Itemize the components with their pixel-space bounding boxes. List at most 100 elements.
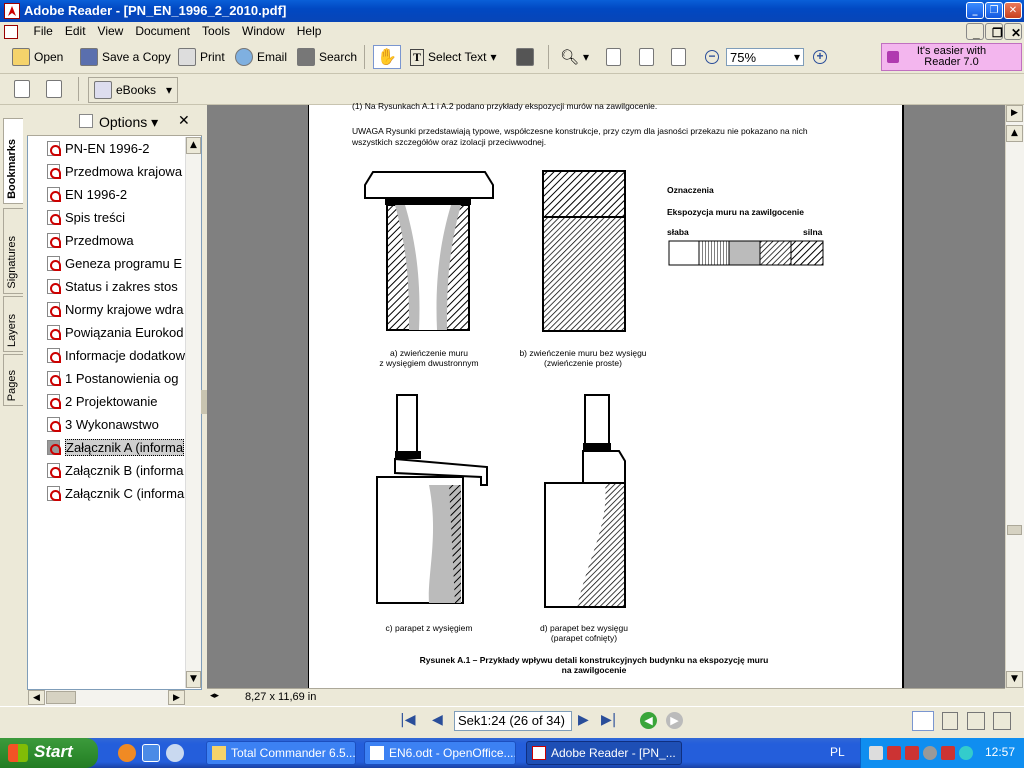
language-indicator[interactable]: PL — [830, 745, 845, 759]
continuous-icon[interactable] — [942, 712, 958, 730]
email-button[interactable]: Email — [235, 45, 287, 69]
task-adobe-reader[interactable]: Adobe Reader - [PN_... — [526, 741, 682, 765]
bookmark-item[interactable]: Normy krajowe wdra — [47, 298, 185, 320]
menu-file[interactable]: File — [28, 22, 59, 38]
save-copy-button[interactable]: Save a Copy — [80, 45, 171, 69]
minimize-button[interactable]: _ — [966, 2, 984, 19]
search-button[interactable]: Search — [297, 45, 357, 69]
hscroll-thumb[interactable] — [46, 691, 76, 704]
bookmarks-hscroll[interactable]: ◀ ▶ — [28, 690, 185, 706]
doc-minimize-button[interactable]: _ — [966, 23, 984, 40]
actual-size-button[interactable] — [606, 45, 621, 69]
close-button[interactable]: ✕ — [1004, 2, 1022, 19]
ebook-icon — [94, 81, 112, 99]
close-panel-icon[interactable]: ✕ — [178, 113, 190, 129]
page-export-button[interactable] — [14, 77, 30, 101]
clock[interactable]: 12:57 — [985, 745, 1015, 759]
zoom-dropdown-icon[interactable]: ▾ — [583, 50, 589, 64]
network-icon[interactable] — [869, 746, 883, 760]
fit-width-button[interactable] — [671, 45, 686, 69]
firefox-icon[interactable] — [118, 744, 136, 762]
zoom-tool-button[interactable]: 🔍︎ ▾ — [560, 45, 589, 69]
first-page-icon[interactable]: |◀ — [400, 712, 415, 728]
bookmark-item[interactable]: Geneza programu E — [47, 252, 185, 274]
bookmark-item[interactable]: Załącznik C (informa — [47, 482, 185, 504]
bookmark-item[interactable]: Status i zakres stos — [47, 275, 185, 297]
ebooks-dropdown-icon[interactable]: ▾ — [166, 83, 172, 97]
bookmark-item[interactable]: Spis treści — [47, 206, 185, 228]
split-icon[interactable]: ◂▸ — [210, 691, 219, 701]
task-total-commander[interactable]: Total Commander 6.5... — [206, 741, 356, 765]
open-button[interactable]: Open — [12, 45, 63, 69]
fit-page-button[interactable] — [639, 45, 654, 69]
tab-layers[interactable]: Layers — [3, 296, 23, 352]
tab-pages[interactable]: Pages — [3, 354, 23, 406]
menu-tools[interactable]: Tools — [196, 22, 236, 38]
bookmark-item[interactable]: Przedmowa — [47, 229, 185, 251]
menu-help[interactable]: Help — [291, 22, 328, 38]
restore-button[interactable]: ❐ — [985, 2, 1003, 19]
go-forward-icon[interactable]: ▶ — [666, 712, 683, 729]
upgrade-banner[interactable]: It's easier with Reader 7.0 — [881, 43, 1022, 71]
bookmark-item[interactable]: Powiązania Eurokod — [47, 321, 185, 343]
dropdown-arrow-icon[interactable]: ▾ — [491, 50, 497, 64]
network-error-icon[interactable] — [905, 746, 919, 760]
start-button[interactable]: Start — [0, 738, 98, 768]
doc-close-button[interactable]: ✕ — [1004, 23, 1022, 40]
scroll-down-icon[interactable]: ▼ — [1006, 671, 1023, 688]
page-rotate-button[interactable] — [46, 77, 62, 101]
menu-document[interactable]: Document — [129, 22, 196, 38]
snapshot-button[interactable] — [516, 45, 534, 69]
doc-restore-button[interactable]: ❐ — [985, 23, 1003, 40]
bookmark-item-selected[interactable]: Załącznik A (informa — [47, 436, 185, 458]
bookmark-item[interactable]: 2 Projektowanie — [47, 390, 185, 412]
bookmark-item[interactable]: EN 1996-2 — [47, 183, 185, 205]
prev-page-icon[interactable]: ◀ — [432, 712, 443, 728]
last-page-icon[interactable]: ▶| — [601, 712, 616, 728]
page-number-input[interactable]: Sek1:24 (26 of 34) — [454, 711, 572, 731]
tab-bookmarks[interactable]: Bookmarks — [3, 118, 23, 204]
bookmark-item[interactable]: Przedmowa krajowa — [47, 160, 185, 182]
continuous-facing-icon[interactable] — [993, 712, 1011, 730]
bookmark-item[interactable]: Załącznik B (informa — [47, 459, 185, 481]
menu-edit[interactable]: Edit — [59, 22, 92, 38]
volume-icon[interactable] — [923, 746, 937, 760]
ebooks-button[interactable]: eBooks ▾ — [88, 77, 179, 103]
document-vscroll[interactable]: ▶ ▲ ▼ — [1005, 105, 1024, 688]
zoom-level-input[interactable]: 75% ▾ — [726, 48, 804, 66]
thunderbird-icon[interactable] — [166, 744, 184, 762]
next-page-icon[interactable]: ▶ — [578, 712, 589, 728]
go-back-icon[interactable]: ◀ — [640, 712, 657, 729]
bookmark-item[interactable]: 3 Wykonawstwo — [47, 413, 185, 435]
scroll-down-icon[interactable]: ▼ — [186, 671, 201, 688]
tab-signatures[interactable]: Signatures — [3, 208, 23, 294]
scroll-left-icon[interactable]: ◀ — [28, 690, 45, 705]
select-text-label: Select Text — [428, 50, 487, 64]
bookmark-item[interactable]: Informacje dodatkow — [47, 344, 185, 366]
menu-view[interactable]: View — [92, 22, 130, 38]
zoom-select-arrow-icon[interactable]: ▾ — [794, 50, 803, 64]
page-prev-arrow-icon[interactable]: ▶ — [1006, 105, 1023, 122]
facing-icon[interactable] — [967, 712, 985, 730]
ie-icon[interactable] — [142, 744, 160, 762]
network-error-icon[interactable] — [887, 746, 901, 760]
scroll-up-icon[interactable]: ▲ — [186, 137, 201, 154]
bookmark-item[interactable]: PN-EN 1996-2 — [47, 137, 185, 159]
zoom-out-button[interactable]: − — [705, 45, 719, 69]
menu-window[interactable]: Window — [236, 22, 291, 38]
vscroll-thumb[interactable] — [1007, 525, 1022, 535]
hand-tool-button[interactable]: ✋ — [373, 45, 401, 69]
document-hscroll[interactable]: ◂▸ 8,27 x 11,69 in — [207, 688, 1005, 706]
scroll-up-icon[interactable]: ▲ — [1006, 125, 1023, 142]
print-button[interactable]: Print — [178, 45, 225, 69]
select-text-button[interactable]: T Select Text ▾ — [410, 45, 497, 69]
options-menu[interactable]: Options ▾ — [99, 114, 158, 131]
scroll-right-icon[interactable]: ▶ — [168, 690, 185, 705]
zoom-in-button[interactable]: + — [813, 45, 827, 69]
single-page-icon[interactable] — [912, 711, 934, 731]
security-alert-icon[interactable] — [941, 746, 955, 760]
bookmarks-vscroll[interactable]: ▲ ▼ — [185, 137, 201, 688]
task-openoffice[interactable]: EN6.odt - OpenOffice.... — [364, 741, 516, 765]
update-icon[interactable] — [959, 746, 973, 760]
bookmark-item[interactable]: 1 Postanowienia og — [47, 367, 185, 389]
